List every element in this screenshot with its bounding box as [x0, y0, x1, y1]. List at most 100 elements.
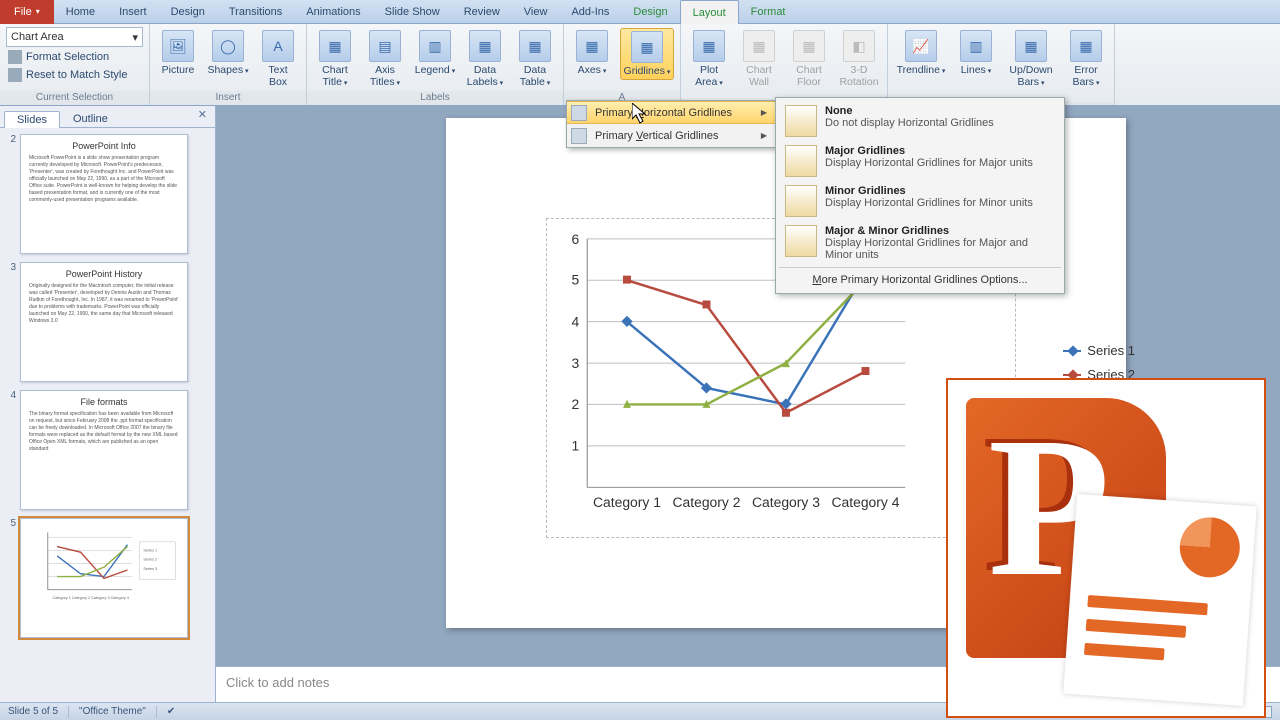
axes-button[interactable]: ▦Axes	[570, 28, 614, 78]
axis-titles-button[interactable]: ▤Axis Titles	[363, 28, 407, 90]
trendline-icon: 📈	[905, 30, 937, 62]
tab-view[interactable]: View	[512, 0, 560, 24]
tab-add-ins[interactable]: Add-Ins	[559, 0, 621, 24]
slides-tab[interactable]: Slides	[4, 111, 60, 128]
tab-animations[interactable]: Animations	[294, 0, 372, 24]
thumb-title: PowerPoint History	[29, 269, 179, 279]
gridlines-none-item[interactable]: None Do not display Horizontal Gridlines	[779, 101, 1061, 141]
tab-chart-design[interactable]: Design	[621, 0, 679, 24]
rotation-icon: ◧	[843, 30, 875, 62]
gridlines-button[interactable]: ▦Gridlines	[620, 28, 674, 80]
horizontal-gridlines-icon	[571, 105, 587, 121]
format-selection-icon	[8, 50, 22, 64]
menu-title: Major Gridlines	[825, 145, 1033, 157]
legend-label: Legend	[415, 64, 456, 78]
data-table-icon: ▦	[519, 30, 551, 62]
spellcheck-icon[interactable]: ✔	[167, 706, 175, 717]
menu-desc: Display Horizontal Gridlines for Major a…	[825, 237, 1055, 261]
slide-number: 5	[4, 518, 16, 638]
outline-tab[interactable]: Outline	[60, 110, 121, 127]
chart-wall-icon: ▦	[743, 30, 775, 62]
thumb-title: PowerPoint Info	[29, 141, 179, 151]
rotation-label: 3-D Rotation	[839, 64, 878, 88]
errorbars-label: Error Bars	[1072, 64, 1099, 90]
primary-vertical-gridlines-item[interactable]: Primary Vertical Gridlines ▶	[567, 124, 775, 147]
slide-thumbnail-row: 3 PowerPoint History Originally designed…	[4, 262, 211, 382]
tab-slide-show[interactable]: Slide Show	[373, 0, 452, 24]
tab-review[interactable]: Review	[452, 0, 512, 24]
tab-transitions[interactable]: Transitions	[217, 0, 294, 24]
slide-thumbnail[interactable]: File formats The binary format specifica…	[20, 390, 188, 510]
gridlines-icon: ▦	[631, 31, 663, 63]
submenu-arrow-icon: ▶	[761, 108, 767, 117]
axes-icon: ▦	[576, 30, 608, 62]
lines-button[interactable]: ▥ Lines	[954, 28, 998, 78]
group-current-selection: Chart Area▾ Format Selection Reset to Ma…	[0, 24, 150, 105]
tab-chart-layout[interactable]: Layout	[680, 0, 739, 24]
logo-bar	[1086, 619, 1187, 638]
slide-thumbnail[interactable]: PowerPoint Info Microsoft PowerPoint is …	[20, 134, 188, 254]
chart-element-selector-value: Chart Area	[11, 31, 64, 43]
tab-file[interactable]: File	[0, 0, 54, 24]
logo-bar	[1087, 595, 1208, 615]
tab-design[interactable]: Design	[159, 0, 217, 24]
menu-title: Minor Gridlines	[825, 185, 1033, 197]
primary-horizontal-gridlines-item[interactable]: Primary Horizontal Gridlines ▶	[567, 101, 775, 124]
more-gridlines-options-item[interactable]: More Primary Horizontal Gridlines Option…	[779, 270, 1061, 290]
updown-bars-button[interactable]: ▦Up/Down Bars	[1004, 28, 1058, 90]
svg-text:Category 1 Category 2 Catego: Category 1 Category 2 Category 3 Categor…	[52, 596, 129, 600]
tab-chart-format[interactable]: Format	[739, 0, 798, 24]
chart-element-selector[interactable]: Chart Area▾	[6, 27, 143, 47]
slide-thumbnail[interactable]: PowerPoint History Originally designed f…	[20, 262, 188, 382]
picture-icon: 🖼	[162, 30, 194, 62]
error-bars-button[interactable]: ▦Error Bars	[1064, 28, 1108, 90]
status-slide-number: Slide 5 of 5	[8, 706, 58, 717]
slide-thumbnail-row: 2 PowerPoint Info Microsoft PowerPoint i…	[4, 134, 211, 254]
horizontal-gridlines-submenu: None Do not display Horizontal Gridlines…	[775, 97, 1065, 294]
format-selection-label: Format Selection	[26, 51, 109, 63]
tab-insert[interactable]: Insert	[107, 0, 159, 24]
svg-text:Category 2: Category 2	[672, 494, 740, 510]
trendline-button[interactable]: 📈Trendline	[894, 28, 948, 78]
lines-icon: ▥	[960, 30, 992, 62]
menu-desc: Do not display Horizontal Gridlines	[825, 117, 994, 129]
data-labels-button[interactable]: ▦Data Labels	[463, 28, 507, 90]
ribbon: Chart Area▾ Format Selection Reset to Ma…	[0, 24, 1280, 106]
svg-text:2: 2	[572, 396, 580, 412]
insert-shapes-label: Shapes	[207, 64, 248, 78]
slides-panel-tabs: Slides Outline ✕	[0, 106, 215, 128]
none-icon	[785, 105, 817, 137]
insert-shapes-button[interactable]: ◯Shapes	[206, 28, 250, 78]
format-selection-button[interactable]: Format Selection	[6, 49, 111, 65]
thumb-chart-preview: Series 1 Series 2 Series 3 Category 1 Ca…	[29, 525, 179, 615]
chart-floor-label: Chart Floor	[796, 64, 822, 88]
plot-area-button[interactable]: ▦Plot Area	[687, 28, 731, 90]
thumb-title: File formats	[29, 397, 179, 407]
submenu-arrow-icon: ▶	[761, 131, 767, 140]
gridlines-major-minor-item[interactable]: Major & Minor Gridlines Display Horizont…	[779, 221, 1061, 265]
reset-to-match-style-button[interactable]: Reset to Match Style	[6, 67, 130, 83]
updown-label: Up/Down Bars	[1009, 64, 1052, 90]
minor-icon	[785, 185, 817, 217]
ribbon-tabs: File Home Insert Design Transitions Anim…	[0, 0, 1280, 24]
lines-label: Lines	[961, 64, 992, 78]
gridlines-menu: Primary Horizontal Gridlines ▶ Primary V…	[566, 100, 776, 148]
data-table-button[interactable]: ▦Data Table	[513, 28, 557, 90]
svg-text:Series 1: Series 1	[143, 548, 157, 552]
gridlines-minor-item[interactable]: Minor Gridlines Display Horizontal Gridl…	[779, 181, 1061, 221]
insert-picture-button[interactable]: 🖼Picture	[156, 28, 200, 76]
slide-thumbnail-selected[interactable]: Series 1 Series 2 Series 3 Category 1 Ca…	[20, 518, 188, 638]
close-panel-button[interactable]: ✕	[198, 108, 207, 121]
svg-text:6: 6	[572, 231, 580, 247]
logo-bar	[1084, 643, 1165, 661]
data-labels-label: Data Labels	[467, 64, 503, 90]
logo-pie-icon	[1178, 515, 1242, 579]
svg-text:5: 5	[572, 272, 580, 288]
svg-text:Category 1: Category 1	[593, 494, 661, 510]
chart-title-button[interactable]: ▦Chart Title	[313, 28, 357, 90]
legend-item: Series 1	[1087, 339, 1135, 363]
gridlines-major-item[interactable]: Major Gridlines Display Horizontal Gridl…	[779, 141, 1061, 181]
legend-button[interactable]: ▥Legend	[413, 28, 457, 78]
insert-textbox-button[interactable]: AText Box	[256, 28, 300, 88]
tab-home[interactable]: Home	[54, 0, 107, 24]
